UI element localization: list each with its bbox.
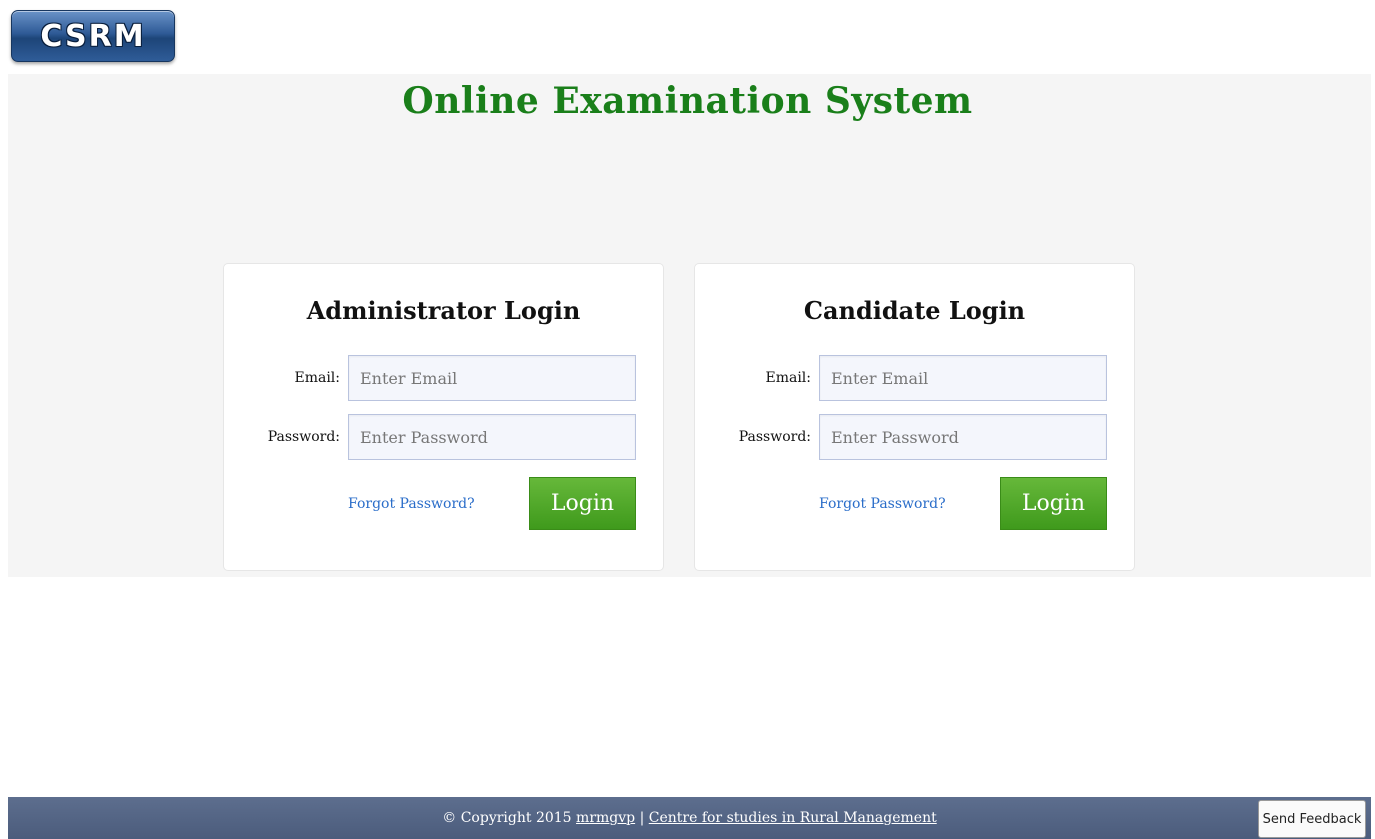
csrm-logo[interactable]: CSRM bbox=[11, 10, 175, 62]
footer: © Copyright 2015 mrmgvp | Centre for stu… bbox=[8, 797, 1371, 839]
footer-text: © Copyright 2015 mrmgvp | Centre for stu… bbox=[8, 810, 1371, 826]
admin-password-input[interactable] bbox=[348, 414, 636, 460]
admin-login-card: Administrator Login Email: Password: For… bbox=[223, 263, 664, 571]
footer-link-mrmgvp[interactable]: mrmgvp bbox=[576, 810, 635, 826]
admin-password-label: Password: bbox=[267, 429, 340, 445]
candidate-email-input[interactable] bbox=[819, 355, 1107, 401]
candidate-login-card: Candidate Login Email: Password: Forgot … bbox=[694, 263, 1135, 571]
footer-separator: | bbox=[639, 810, 645, 826]
admin-login-button[interactable]: Login bbox=[529, 477, 636, 530]
admin-email-input[interactable] bbox=[348, 355, 636, 401]
page-title: Online Examination System bbox=[402, 80, 973, 122]
candidate-login-button[interactable]: Login bbox=[1000, 477, 1107, 530]
logo-text: CSRM bbox=[40, 18, 146, 54]
send-feedback-button[interactable]: Send Feedback bbox=[1258, 800, 1366, 838]
main-content-band bbox=[8, 74, 1371, 577]
candidate-password-label: Password: bbox=[738, 429, 811, 445]
footer-link-csrm[interactable]: Centre for studies in Rural Management bbox=[649, 810, 937, 826]
admin-email-label: Email: bbox=[294, 370, 340, 386]
copyright-text: © Copyright 2015 bbox=[442, 810, 572, 826]
candidate-password-input[interactable] bbox=[819, 414, 1107, 460]
candidate-forgot-password-link[interactable]: Forgot Password? bbox=[819, 496, 979, 512]
candidate-email-label: Email: bbox=[765, 370, 811, 386]
candidate-login-title: Candidate Login bbox=[803, 296, 1026, 325]
admin-login-title: Administrator Login bbox=[306, 296, 581, 325]
admin-forgot-password-link[interactable]: Forgot Password? bbox=[348, 496, 508, 512]
